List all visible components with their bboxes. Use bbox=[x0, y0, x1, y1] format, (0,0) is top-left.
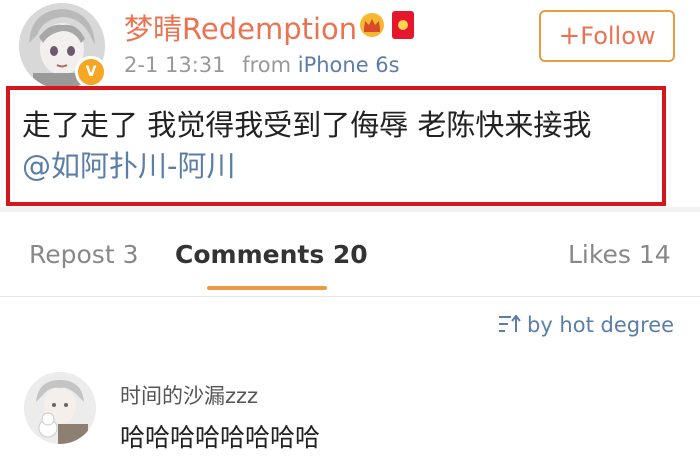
tab-divider bbox=[0, 296, 700, 297]
section-divider bbox=[0, 207, 700, 212]
tab-likes[interactable]: Likes 14 bbox=[568, 240, 671, 269]
follow-button[interactable]: +Follow bbox=[539, 10, 675, 62]
post-meta: 2-1 13:31 from iPhone 6s bbox=[124, 53, 400, 77]
crown-icon bbox=[360, 13, 384, 37]
comment-avatar[interactable] bbox=[24, 372, 96, 444]
red-packet-icon bbox=[392, 11, 414, 39]
post-mention-link[interactable]: @如阿扑川-阿川 bbox=[22, 143, 235, 185]
plus-icon: + bbox=[558, 21, 581, 51]
post-source[interactable]: iPhone 6s bbox=[298, 53, 400, 77]
author-name[interactable]: 梦晴Redemption bbox=[124, 6, 357, 48]
comment-username[interactable]: 时间的沙漏zzz bbox=[120, 380, 258, 410]
verified-badge-icon: V bbox=[75, 56, 107, 88]
post-time: 2-1 13:31 bbox=[124, 53, 226, 77]
follow-label: Follow bbox=[580, 22, 656, 50]
sort-icon bbox=[499, 314, 521, 332]
post-text: 走了走了 我觉得我受到了侮辱 老陈快来接我 bbox=[22, 108, 592, 142]
snowman-avatar-icon bbox=[24, 372, 96, 444]
from-label: from bbox=[242, 53, 292, 77]
sort-label: by hot degree bbox=[527, 313, 675, 337]
active-tab-indicator bbox=[207, 286, 327, 290]
tab-comments[interactable]: Comments 20 bbox=[175, 240, 368, 269]
comment-text: 哈哈哈哈哈哈哈哈 bbox=[120, 423, 321, 452]
sort-button[interactable]: by hot degree bbox=[497, 313, 674, 337]
tab-repost[interactable]: Repost 3 bbox=[29, 240, 138, 269]
